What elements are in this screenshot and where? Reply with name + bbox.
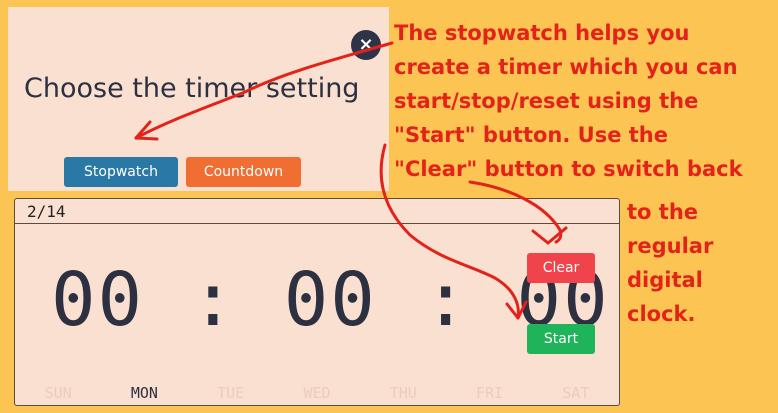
arrow-to-stopwatch bbox=[134, 41, 394, 140]
arrow-to-start bbox=[379, 143, 520, 320]
annotation-arrows bbox=[134, 41, 568, 320]
arrow-to-clear bbox=[468, 180, 563, 244]
